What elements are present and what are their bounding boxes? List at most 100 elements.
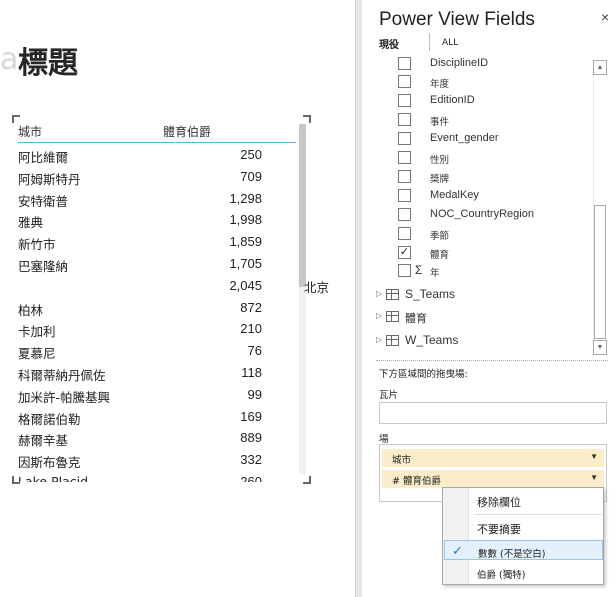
field-checkbox[interactable] xyxy=(398,189,411,202)
cell-city: 卡加利 xyxy=(18,324,56,340)
field-item[interactable]: EditionID xyxy=(398,93,588,109)
menu-item[interactable]: ✓ 數數 (不是空白) xyxy=(444,540,603,560)
cell-city: 巴塞隆納 xyxy=(18,258,69,274)
expand-triangle-icon[interactable]: ▷ xyxy=(376,311,382,320)
sigma-icon: Σ xyxy=(415,263,423,277)
field-name: 季節 xyxy=(430,231,450,242)
menu-item-label: 不要摘要 xyxy=(477,523,521,536)
menu-separator xyxy=(474,514,602,515)
field-item[interactable]: Σ年 xyxy=(398,263,588,279)
section-divider xyxy=(376,360,608,361)
field-item[interactable]: Event_gender xyxy=(398,131,588,147)
field-checkbox[interactable] xyxy=(398,94,411,107)
table-row[interactable]: 安特衛普 1,298 xyxy=(18,187,296,209)
field-well-item[interactable]: 城市 ▼ xyxy=(382,449,604,467)
table-row[interactable]: 加米許-帕騰基興 99 xyxy=(18,383,296,405)
field-name: 獎牌 xyxy=(430,174,450,185)
field-name: Event_gender xyxy=(430,132,499,144)
drag-hint-label: 下方區域間的拖曳場: xyxy=(379,369,468,380)
cell-city: 新竹市 xyxy=(18,237,56,253)
table-resize-corner-tr[interactable] xyxy=(303,115,311,123)
dropdown-arrow-icon[interactable]: ▼ xyxy=(590,473,598,482)
tab-active-fields[interactable]: 現役 xyxy=(379,36,399,51)
field-checkbox[interactable] xyxy=(398,227,411,240)
tab-all-fields[interactable]: ALL xyxy=(442,38,458,48)
checkmark-icon: ✓ xyxy=(452,543,463,558)
field-name: 年度 xyxy=(430,79,450,90)
menu-item[interactable]: 伯爵 (獨特) xyxy=(444,562,603,582)
cell-medal-count: 889 xyxy=(240,430,262,446)
menu-item[interactable]: 不要摘要 xyxy=(444,517,603,537)
table-row[interactable]: 赫爾辛基 889 xyxy=(18,426,296,448)
field-table-item[interactable]: ▷ 體育 xyxy=(376,309,576,325)
cell-medal-count: 169 xyxy=(240,408,262,424)
table-row[interactable]: 格爾諾伯勒 169 xyxy=(18,405,296,427)
table-row[interactable]: 阿比維爾 250 xyxy=(18,143,296,165)
cell-medal-count: 872 xyxy=(240,299,262,315)
field-item[interactable]: 季節 xyxy=(398,226,588,242)
cell-medal-count: 332 xyxy=(240,452,262,468)
menu-item[interactable]: 移除欄位 xyxy=(444,490,603,510)
field-item[interactable]: ✓ 體育 xyxy=(398,245,588,261)
data-table[interactable]: 城市 體育伯爵 阿比維爾 250 阿姆斯特丹 709 安特衛普 1,298 雅典 1,998 新… xyxy=(18,118,296,482)
cell-city: 阿比維爾 xyxy=(18,150,69,165)
table-row[interactable]: Lake Placid 260 xyxy=(18,470,296,482)
field-item[interactable]: NOC_CountryRegion xyxy=(398,207,588,223)
table-row[interactable]: 新竹市 1,859 xyxy=(18,230,296,252)
dropdown-arrow-icon[interactable]: ▼ xyxy=(590,452,598,461)
cell-medal-count: 99 xyxy=(247,386,262,402)
cell-city: 安特衛普 xyxy=(18,193,69,209)
table-row[interactable]: 科爾蒂納丹佩佐 118 xyxy=(18,361,296,383)
expand-triangle-icon[interactable]: ▷ xyxy=(376,335,382,344)
table-row[interactable]: 夏慕尼 76 xyxy=(18,339,296,361)
field-item[interactable]: 獎牌 xyxy=(398,169,588,185)
table-row[interactable]: 2,045 xyxy=(18,274,296,296)
field-item[interactable]: 性別 xyxy=(398,150,588,166)
table-scrollbar-thumb[interactable] xyxy=(299,124,306,287)
field-list-scrollbar-thumb[interactable] xyxy=(594,205,606,339)
field-checkbox[interactable] xyxy=(398,113,411,126)
column-header-city[interactable]: 城市 xyxy=(18,123,42,140)
table-row[interactable]: 阿姆斯特丹 709 xyxy=(18,165,296,187)
scroll-up-icon[interactable]: ▲ xyxy=(593,60,607,75)
well-item-name: # 體育伯爵 xyxy=(392,476,441,487)
field-item[interactable]: 年度 xyxy=(398,74,588,90)
cell-city: 赫爾辛基 xyxy=(18,433,69,449)
table-row[interactable]: 柏林 872 xyxy=(18,296,296,318)
cell-medal-count: 2,045 xyxy=(229,277,262,293)
table-row[interactable]: 因斯布魯克 332 xyxy=(18,448,296,470)
cell-medal-count: 709 xyxy=(240,168,262,184)
field-well-item[interactable]: # 體育伯爵 ▼ xyxy=(382,470,604,488)
table-row[interactable]: 巴塞隆納 1,705 xyxy=(18,252,296,274)
field-checkbox[interactable] xyxy=(398,57,411,70)
cell-medal-count: 210 xyxy=(240,321,262,337)
scroll-down-icon[interactable]: ▼ xyxy=(593,340,607,355)
report-canvas[interactable]: a 標題 城市 體育伯爵 阿比維爾 250 阿姆斯特丹 709 安特衛普 1,298 雅典 1… xyxy=(0,0,356,597)
field-table-item[interactable]: ▷ W_Teams xyxy=(376,333,576,349)
expand-triangle-icon[interactable]: ▷ xyxy=(376,289,382,298)
close-icon[interactable]: × xyxy=(601,9,609,25)
field-checkbox[interactable] xyxy=(398,151,411,164)
field-table-item[interactable]: ▷ S_Teams xyxy=(376,287,576,303)
field-item[interactable]: MedalKey xyxy=(398,188,588,204)
field-checkbox[interactable] xyxy=(398,264,411,277)
cell-medal-count: 118 xyxy=(241,364,262,380)
menu-item-label: 移除欄位 xyxy=(477,496,521,509)
field-checkbox[interactable] xyxy=(398,75,411,88)
menu-item-label: 數數 (不是空白) xyxy=(478,549,546,560)
table-row[interactable]: 卡加利 210 xyxy=(18,317,296,339)
table-header: 城市 體育伯爵 xyxy=(18,118,296,143)
table-row[interactable]: 雅典 1,998 xyxy=(18,208,296,230)
field-checkbox[interactable] xyxy=(398,132,411,145)
table-resize-corner-br[interactable] xyxy=(303,476,311,484)
page-title[interactable]: 標題 xyxy=(18,38,78,82)
field-checkbox[interactable] xyxy=(398,208,411,221)
field-item[interactable]: DisciplineID xyxy=(398,56,588,72)
field-item[interactable]: 事件 xyxy=(398,112,588,128)
column-header-medal-count[interactable]: 體育伯爵 xyxy=(163,123,211,140)
field-checkbox[interactable] xyxy=(398,170,411,183)
cell-city: 夏慕尼 xyxy=(18,346,56,362)
field-name: DisciplineID xyxy=(430,57,489,69)
field-checkbox[interactable]: ✓ xyxy=(398,246,411,259)
tiles-drop-zone[interactable] xyxy=(379,402,607,424)
